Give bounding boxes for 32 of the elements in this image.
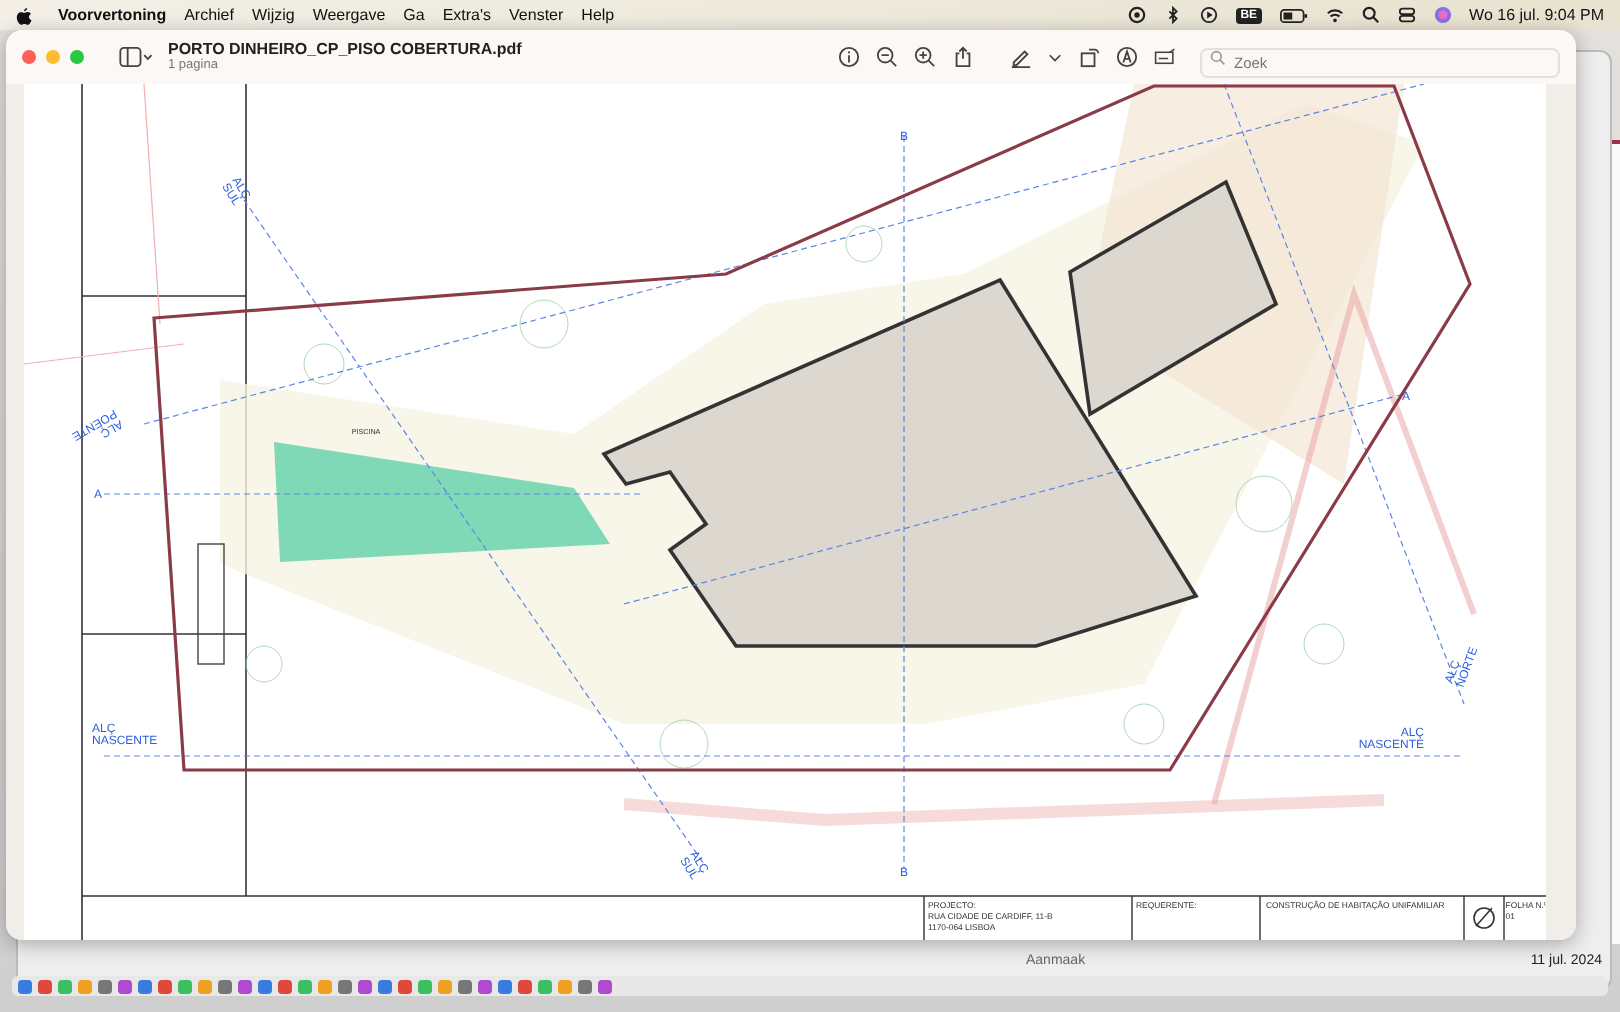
- wifi-icon[interactable]: [1325, 6, 1344, 24]
- menu-item[interactable]: Archief: [184, 6, 234, 24]
- north-arrow-icon: [1473, 907, 1495, 929]
- document-title: PORTO DINHEIRO_CP_PISO COBERTURA.pdf: [168, 41, 522, 58]
- info-icon[interactable]: [838, 46, 860, 68]
- menu-item[interactable]: Ga: [403, 6, 425, 24]
- menu-item[interactable]: Venster: [509, 6, 564, 24]
- orb-icon[interactable]: [1433, 6, 1452, 24]
- stair-drawing: [197, 543, 225, 665]
- menu-item[interactable]: Extra's: [442, 6, 492, 24]
- app-menu[interactable]: Voorvertoning: [58, 6, 167, 24]
- form-fill-icon[interactable]: [1154, 46, 1176, 68]
- share-icon[interactable]: [952, 46, 974, 68]
- sidebar-icon[interactable]: [118, 46, 152, 68]
- apple-logo-icon[interactable]: [16, 5, 32, 25]
- pen-icon[interactable]: [1010, 46, 1032, 68]
- markup-icon[interactable]: [1116, 46, 1138, 68]
- search-icon[interactable]: [1361, 6, 1380, 24]
- rotate-icon[interactable]: [1078, 46, 1100, 68]
- zoom-in-icon[interactable]: [914, 46, 936, 68]
- toggles-icon[interactable]: [1397, 6, 1416, 24]
- zoom-out-icon[interactable]: [876, 46, 898, 68]
- menu-item[interactable]: Help: [581, 6, 615, 24]
- menu-item[interactable]: Weergave: [312, 6, 386, 24]
- battery-icon[interactable]: [1279, 7, 1308, 23]
- menu-item[interactable]: Wijzig: [251, 6, 295, 24]
- menu-bar-clock[interactable]: Wo 16 jul. 9:04 PM: [1469, 6, 1604, 24]
- broadcast-icon[interactable]: [1128, 6, 1147, 24]
- bluetooth-icon[interactable]: [1164, 6, 1183, 24]
- play-icon[interactable]: [1200, 6, 1219, 24]
- close-button[interactable]: [22, 50, 36, 64]
- search-icon: [1210, 50, 1226, 66]
